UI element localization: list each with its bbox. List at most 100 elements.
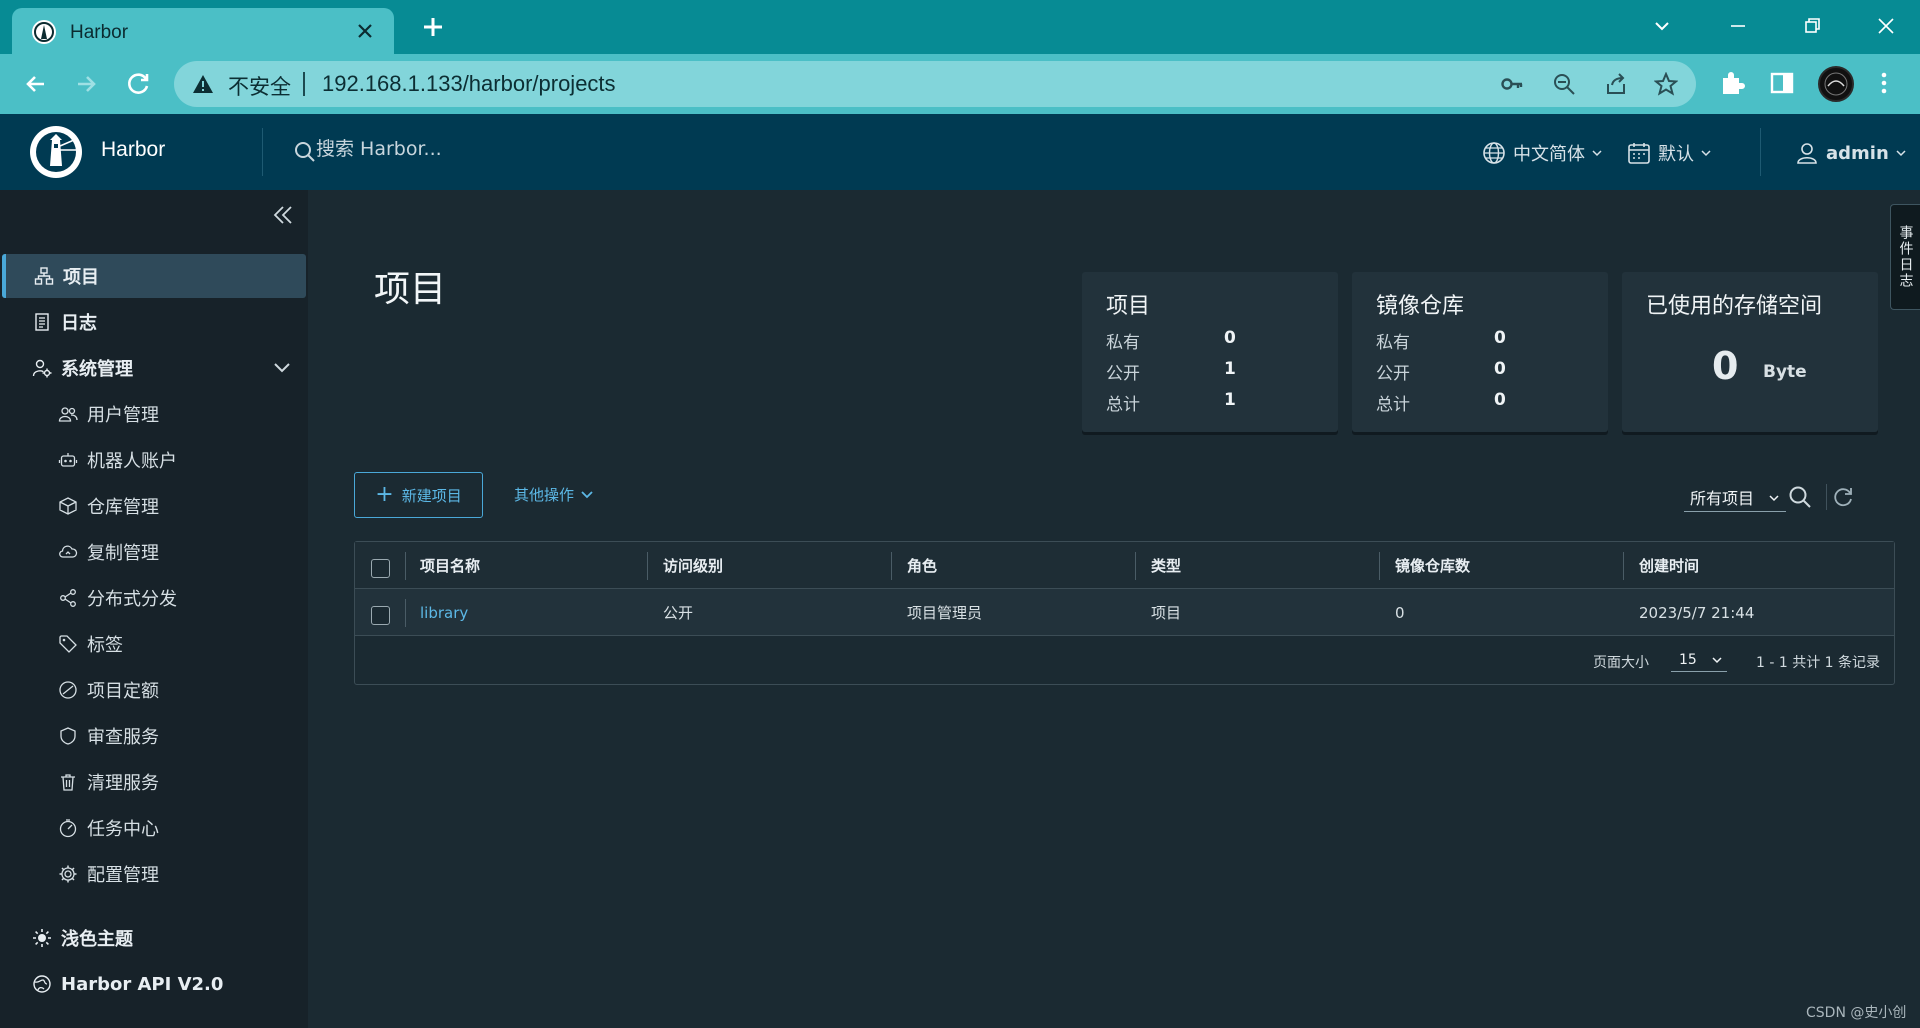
extensions-icon[interactable] — [1718, 69, 1746, 97]
new-project-button[interactable]: + 新建项目 — [354, 472, 483, 518]
bookmark-star-icon[interactable] — [1654, 72, 1678, 96]
api-explorer-link[interactable]: Harbor API V2.0 — [0, 962, 308, 1006]
page-size-select[interactable]: 15 — [1671, 646, 1727, 672]
users-icon — [58, 407, 78, 422]
browser-tab[interactable]: Harbor — [12, 8, 394, 54]
admin-icon — [32, 359, 52, 378]
sidebar-item-logs[interactable]: 日志 — [0, 300, 308, 344]
tab-title: Harbor — [70, 22, 129, 43]
api-label: Harbor API V2.0 — [61, 973, 224, 995]
quota-icon — [59, 681, 77, 699]
language-selector[interactable]: 中文简体 — [1481, 140, 1603, 166]
table-row[interactable]: library 公开 项目管理员 项目 0 2023/5/7 21:44 — [355, 589, 1894, 636]
close-tab-icon[interactable] — [354, 20, 376, 42]
share-icon[interactable] — [1604, 72, 1628, 96]
back-icon[interactable] — [20, 68, 52, 100]
select-all-checkbox[interactable] — [371, 559, 390, 578]
api-globe-icon — [33, 975, 51, 993]
tab-search-icon[interactable] — [1648, 12, 1676, 40]
address-bar[interactable]: 不安全 192.168.1.133/harbor/projects — [174, 61, 1696, 107]
sidebar-item-job-service[interactable]: 任务中心 — [0, 806, 308, 850]
sidebar-item-quotas[interactable]: 项目定额 — [0, 668, 308, 712]
card-title: 项目 — [1106, 294, 1151, 319]
app-header: Harbor 中文简体 默认 admin — [0, 114, 1920, 190]
theme-toggle[interactable]: 浅色主题 — [0, 916, 308, 960]
sidebar-item-administration[interactable]: 系统管理 — [0, 346, 308, 390]
username: admin — [1826, 142, 1889, 164]
side-panel-icon[interactable] — [1768, 69, 1796, 97]
profile-avatar[interactable] — [1818, 66, 1854, 102]
sidebar-item-distributions[interactable]: 分布式分发 — [0, 576, 308, 620]
sidebar-item-robot-accounts[interactable]: 机器人账户 — [0, 438, 308, 482]
sidebar-item-cleanup[interactable]: 清理服务 — [0, 760, 308, 804]
url-text[interactable]: 192.168.1.133/harbor/projects — [322, 71, 616, 97]
sidebar-item-projects[interactable]: 项目 — [2, 254, 306, 298]
repositories-summary-card: 镜像仓库 私有 0 公开 0 总计 0 — [1352, 272, 1608, 432]
search-icon[interactable] — [1787, 484, 1813, 510]
key-icon[interactable] — [1500, 72, 1524, 96]
chevron-down-icon — [1712, 657, 1722, 664]
chevron-down-icon — [1701, 150, 1711, 157]
minimize-icon[interactable] — [1724, 12, 1752, 40]
storage-summary-card: 已使用的存储空间 0 Byte — [1622, 272, 1878, 432]
collapse-sidebar-icon[interactable] — [270, 202, 296, 228]
harbor-logo-icon[interactable] — [30, 126, 82, 178]
column-header-repo-count[interactable]: 镜像仓库数 — [1395, 542, 1470, 589]
warning-icon[interactable] — [192, 73, 214, 95]
sidebar-item-labels[interactable]: 标签 — [0, 622, 308, 666]
sidebar-item-configuration[interactable]: 配置管理 — [0, 852, 308, 896]
row-checkbox[interactable] — [371, 606, 390, 625]
global-search-input[interactable] — [316, 138, 616, 160]
chevron-down-icon[interactable] — [272, 360, 292, 376]
other-actions-label: 其他操作 — [514, 486, 575, 504]
security-label[interactable]: 不安全 — [228, 71, 291, 101]
card-title: 镜像仓库 — [1376, 294, 1465, 319]
column-separator — [1623, 552, 1624, 580]
event-log-tab[interactable]: 事件日志 — [1890, 204, 1920, 310]
other-actions-dropdown[interactable]: 其他操作 — [514, 484, 594, 505]
sidebar-item-interrogation[interactable]: 审查服务 — [0, 714, 308, 758]
project-filter-select[interactable]: 所有项目 — [1684, 484, 1786, 512]
column-separator — [891, 552, 892, 580]
sidebar-item-label: 分布式分发 — [87, 589, 177, 610]
storage-value: 0 — [1712, 344, 1739, 388]
sidebar-item-registries[interactable]: 仓库管理 — [0, 484, 308, 528]
column-separator — [1379, 552, 1380, 580]
total-count: 1 — [1224, 390, 1236, 410]
column-header-role[interactable]: 角色 — [907, 542, 937, 589]
column-header-creation-time[interactable]: 创建时间 — [1639, 542, 1699, 589]
theme-label: 浅色主题 — [61, 929, 133, 950]
sidebar-item-users[interactable]: 用户管理 — [0, 392, 308, 436]
sidebar-item-label: 项目 — [63, 267, 99, 288]
new-tab-icon[interactable] — [420, 14, 446, 40]
brand-name[interactable]: Harbor — [101, 138, 165, 162]
sidebar-item-replications[interactable]: 复制管理 — [0, 530, 308, 574]
date-format-selector[interactable]: 默认 — [1626, 140, 1712, 166]
zoom-icon[interactable] — [1552, 72, 1576, 96]
close-window-icon[interactable] — [1872, 12, 1900, 40]
page-title: 项目 — [374, 269, 447, 310]
more-menu-icon[interactable] — [1870, 69, 1898, 97]
search-icon[interactable] — [293, 140, 317, 164]
page-size-label: 页面大小 — [1593, 655, 1649, 671]
sidebar-item-label: 任务中心 — [87, 819, 159, 840]
sidebar-item-label: 审查服务 — [87, 727, 159, 748]
column-header-access-level[interactable]: 访问级别 — [663, 542, 723, 589]
storage-unit: Byte — [1763, 362, 1807, 382]
browser-toolbar: 不安全 192.168.1.133/harbor/projects — [0, 54, 1920, 114]
user-menu[interactable]: admin — [1794, 140, 1907, 166]
restore-icon[interactable] — [1798, 12, 1826, 40]
dashboard-icon — [59, 819, 77, 838]
date-format-label: 默认 — [1658, 144, 1694, 165]
column-header-type[interactable]: 类型 — [1151, 542, 1181, 589]
reload-icon[interactable] — [122, 68, 154, 100]
trash-icon — [61, 774, 75, 791]
column-separator — [1135, 552, 1136, 580]
column-header-name[interactable]: 项目名称 — [420, 542, 480, 589]
robot-icon — [58, 453, 78, 467]
refresh-icon[interactable] — [1830, 484, 1856, 510]
project-name-link[interactable]: library — [420, 589, 468, 636]
type-cell: 项目 — [1151, 604, 1182, 622]
forward-icon[interactable] — [70, 68, 102, 100]
sidebar-item-label: 标签 — [87, 635, 123, 656]
